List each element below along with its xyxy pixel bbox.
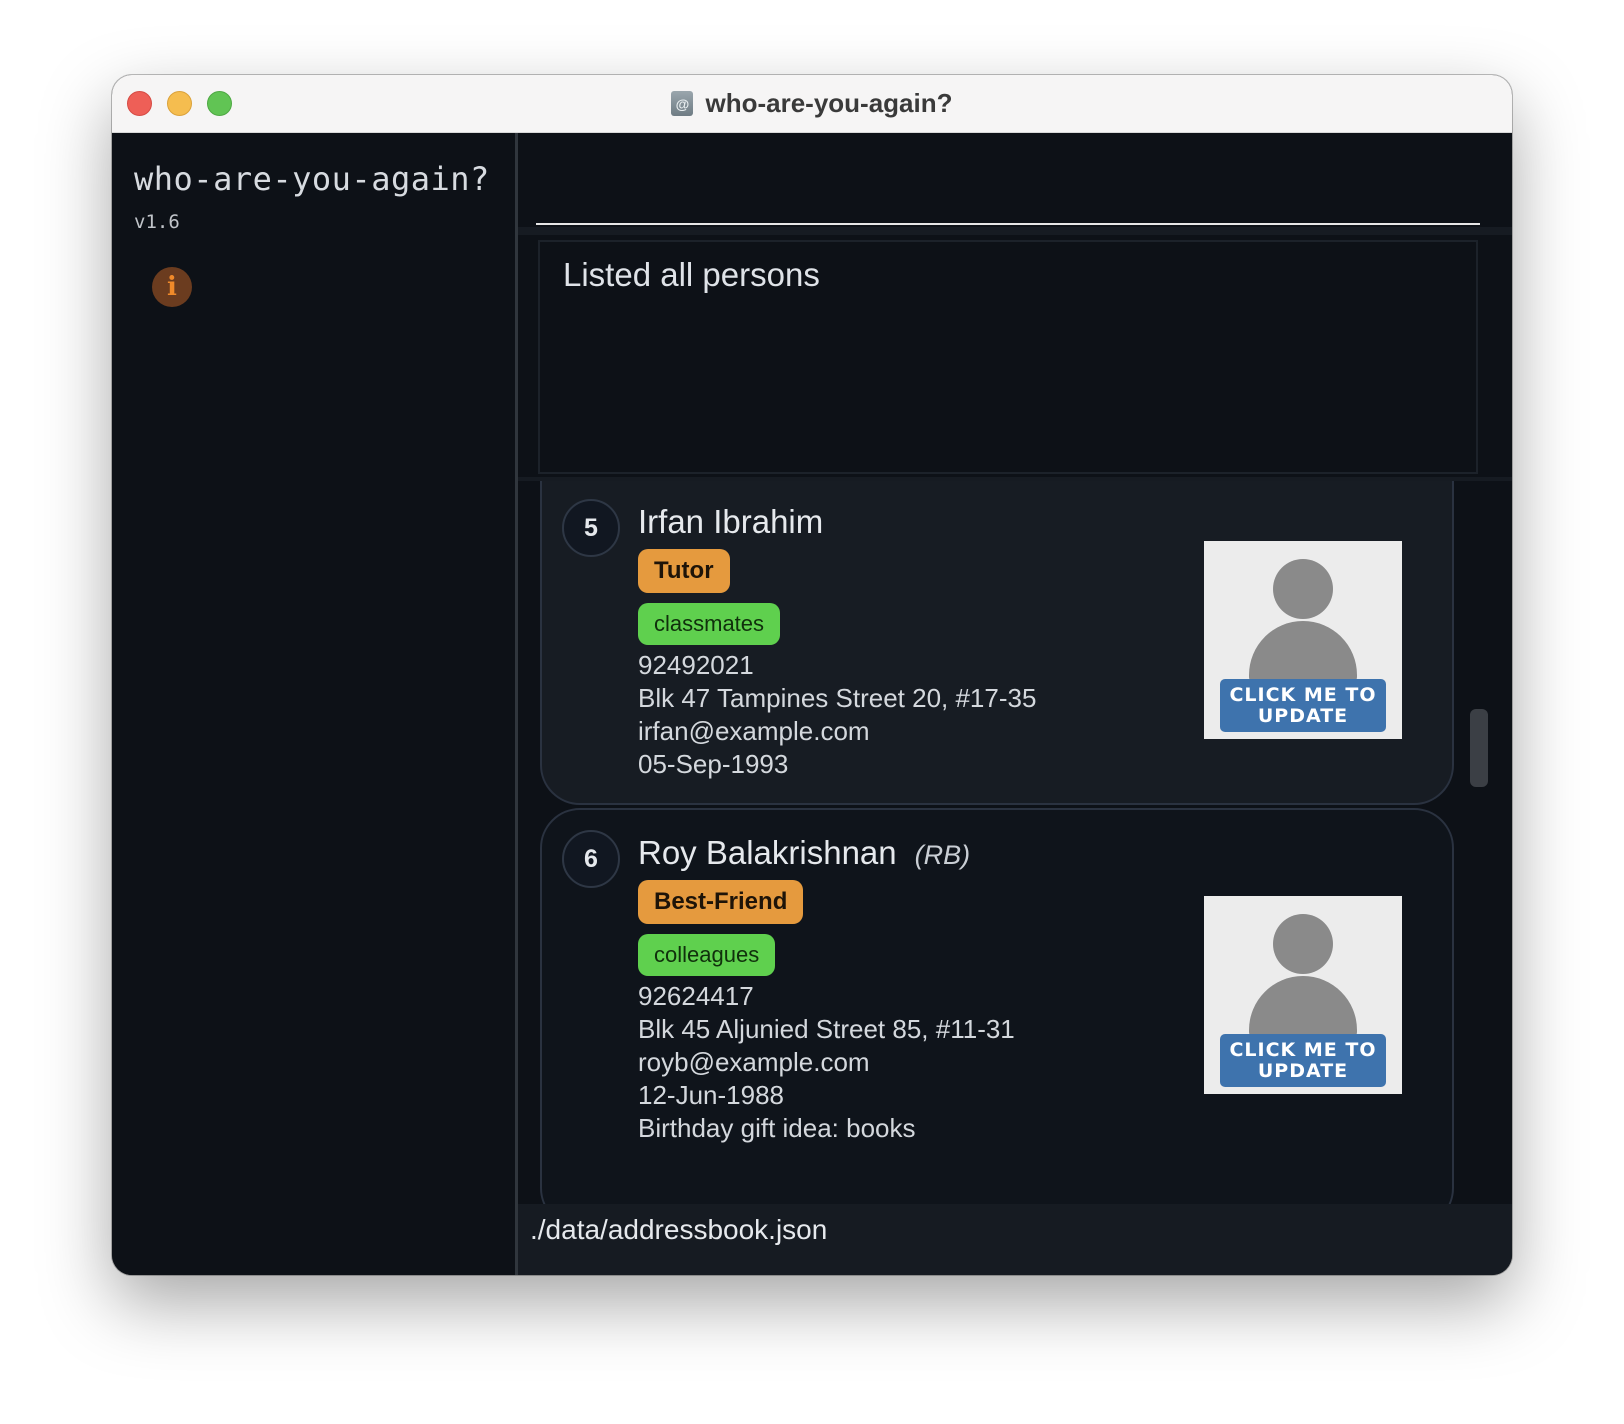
person-details: Irfan Ibrahim Tutor classmates 92492021 … [638,503,1036,781]
person-list[interactable]: 5 Irfan Ibrahim Tutor classmates 9249202… [518,481,1512,1204]
window-title: who-are-you-again? [705,88,953,118]
person-index-badge: 5 [562,499,620,557]
person-index-badge: 6 [562,830,620,888]
person-card[interactable]: 6 Roy Balakrishnan (RB) Best-Friend coll… [540,808,1454,1204]
avatar-body [1249,621,1357,683]
update-photo-button[interactable]: CLICK ME TO UPDATE [1220,1034,1386,1087]
person-nickname: (RB) [914,840,971,870]
role-tag-row: Tutor [638,547,1036,593]
info-icon[interactable]: i [152,267,192,307]
result-message: Listed all persons [563,256,820,293]
status-bar: ./data/addressbook.json [518,1204,1512,1275]
list-scrollbar-thumb[interactable] [1470,709,1488,787]
avatar-head [1273,914,1333,974]
sidebar: who-are-you-again? v1.6 i [112,133,518,1275]
role-tag-row: Best-Friend [638,878,1015,924]
person-email: irfan@example.com [638,716,870,746]
app-version: v1.6 [134,211,180,233]
person-name: Irfan Ibrahim [638,503,824,540]
result-display: Listed all persons [538,240,1478,474]
person-card[interactable]: 5 Irfan Ibrahim Tutor classmates 9249202… [540,481,1454,805]
person-address: Blk 47 Tampines Street 20, #17-35 [638,683,1037,713]
window-title-wrap: @ who-are-you-again? [112,75,1512,132]
name-row: Irfan Ibrahim [638,503,1036,547]
person-birthday: 12-Jun-1988 [638,1080,784,1110]
person-note: Birthday gift idea: books [638,1113,916,1143]
person-email: royb@example.com [638,1047,870,1077]
data-file-path: ./data/addressbook.json [530,1214,828,1245]
person-details: Roy Balakrishnan (RB) Best-Friend collea… [638,834,1015,1145]
group-tag-row: colleagues [638,924,1015,976]
info-glyph: i [167,272,177,302]
role-tag: Best-Friend [638,880,804,924]
person-address: Blk 45 Aljunied Street 85, #11-31 [638,1014,1015,1044]
person-phone: 92492021 [638,650,754,680]
address-book-icon: @ [671,91,694,116]
update-photo-button[interactable]: CLICK ME TO UPDATE [1220,679,1386,732]
person-phone: 92624417 [638,981,754,1011]
group-tag: classmates [638,603,781,645]
title-bar: @ who-are-you-again? [112,75,1512,133]
group-tag: colleagues [638,934,776,976]
role-tag: Tutor [638,549,730,593]
group-tag-row: classmates [638,593,1036,645]
person-birthday: 05-Sep-1993 [638,749,789,779]
profile-photo[interactable]: CLICK ME TO UPDATE [1204,896,1402,1094]
profile-photo[interactable]: CLICK ME TO UPDATE [1204,541,1402,739]
app-name: who-are-you-again? [134,160,490,198]
avatar-head [1273,559,1333,619]
person-name: Roy Balakrishnan [638,834,897,871]
command-input[interactable] [536,133,1480,225]
divider [518,227,1512,235]
main-panel: Listed all persons 5 Irfan Ibrahim Tutor… [518,133,1512,1275]
name-row: Roy Balakrishnan (RB) [638,834,1015,878]
avatar-body [1249,976,1357,1038]
app-window: @ who-are-you-again? who-are-you-again? … [112,75,1512,1275]
